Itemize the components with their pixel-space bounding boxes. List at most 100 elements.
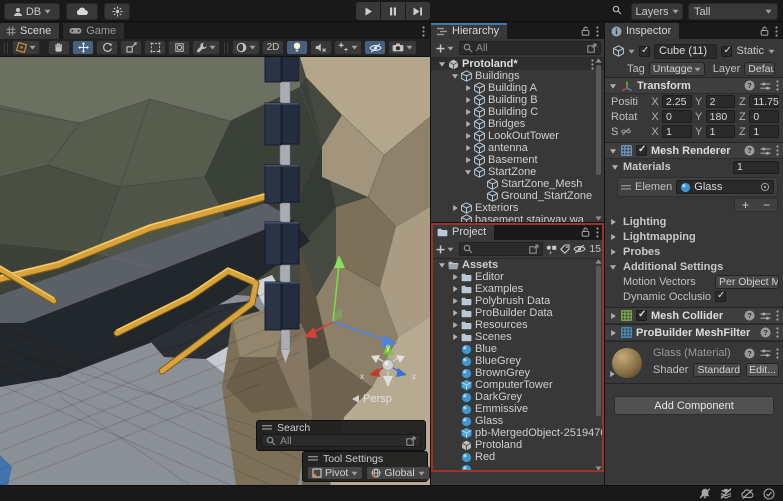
project-scrollbar[interactable] [594,259,603,471]
position-y-field[interactable]: 2 [706,95,736,108]
foldout-closed-icon[interactable] [449,297,460,305]
presets-icon[interactable] [760,146,771,156]
mesh-renderer-checkbox[interactable] [636,145,647,156]
play-button[interactable] [356,2,380,20]
scroll-down-icon[interactable] [595,466,602,471]
foldout-closed-icon[interactable] [462,156,473,164]
help-icon[interactable]: ? [744,145,755,156]
project-search-input[interactable] [459,242,543,256]
hierarchy-item[interactable]: Building C [431,106,604,118]
project-item[interactable]: Red [431,451,604,463]
foldout-closed-icon[interactable] [449,333,460,341]
add-component-button[interactable]: Add Component [614,396,774,415]
layers-dropdown[interactable]: Layers [631,3,683,20]
hierarchy-item[interactable]: Protoland* [431,58,604,70]
foldout-open-icon[interactable] [436,60,447,68]
foldout-closed-icon[interactable] [449,204,460,212]
presets-icon[interactable] [760,348,771,359]
project-item[interactable]: Editor [431,271,604,283]
transform-header[interactable]: Transform ? [605,77,783,94]
project-item[interactable]: BlueGrey [431,355,604,367]
foldout-closed-icon[interactable] [449,273,460,281]
rotation-x-field[interactable]: 0 [662,110,692,123]
help-icon[interactable]: ? [760,327,771,338]
audio-toggle-button[interactable] [310,40,332,55]
layout-dropdown[interactable]: Tall [688,3,778,20]
scroll-down-icon[interactable] [595,216,602,221]
foldout-open-icon[interactable] [609,82,617,90]
foldout-closed-icon[interactable] [449,321,460,329]
visibility-toggle-button[interactable] [364,40,386,55]
progress-idle-icon[interactable] [763,488,775,500]
scale-tool-button[interactable] [120,40,142,55]
tab-project[interactable]: Project [431,224,494,240]
object-picker-icon[interactable] [760,182,770,192]
hierarchy-item[interactable]: StartZone_Mesh [431,178,604,190]
hierarchy-item[interactable]: Buildings [431,70,604,82]
foldout-closed-icon[interactable] [449,285,460,293]
scene-viewport[interactable]: y x z Persp Search All [0,57,430,485]
remove-material-button[interactable]: − [756,199,777,211]
foldout-open-icon[interactable] [462,168,473,176]
hierarchy-item[interactable]: Ground_StartZone [431,190,604,202]
project-item[interactable]: ComputerTower [431,379,604,391]
static-checkbox[interactable] [721,46,732,57]
foldout-closed-icon[interactable] [462,144,473,152]
move-tool-button[interactable] [72,40,94,55]
mesh-collider-header[interactable]: Mesh Collider ? [605,307,783,324]
cloud-sync-disabled-icon[interactable] [741,489,754,499]
rotate-tool-button[interactable] [96,40,118,55]
tab-hierarchy[interactable]: Hierarchy [431,23,507,39]
project-item[interactable]: Polybrush Data [431,295,604,307]
project-item[interactable]: Blue [431,343,604,355]
hierarchy-item[interactable]: antenna [431,142,604,154]
shader-dropdown[interactable]: Standard [693,363,741,377]
scale-z-field[interactable]: 1 [749,125,779,138]
foldout-closed-icon[interactable] [449,309,460,317]
view-tool-button[interactable] [48,40,70,55]
foldout-closed-icon[interactable] [462,132,473,140]
foldout-closed-icon[interactable] [462,96,473,104]
help-icon[interactable]: ? [744,310,755,321]
hierarchy-item[interactable]: StartZone [431,166,604,178]
notifications-muted-icon[interactable] [699,488,711,499]
additional-settings-foldout[interactable]: Additional Settings [605,259,783,274]
cloud-button[interactable] [66,3,98,20]
tool-context-dropdown[interactable] [12,40,40,55]
drag-handle-icon[interactable] [308,455,318,462]
rect-tool-button[interactable] [144,40,166,55]
component-menu-icon[interactable] [776,80,779,91]
project-add-button[interactable] [434,245,456,254]
foldout-closed-icon[interactable] [462,108,473,116]
layer-dropdown[interactable]: Defau [744,62,775,76]
presets-icon[interactable] [760,311,771,321]
hidden-packages-icon[interactable] [573,244,586,254]
hierarchy-item[interactable]: Building B [431,94,604,106]
materials-count-field[interactable]: 1 [733,161,779,174]
panel-menu-icon[interactable] [775,26,778,37]
tab-game[interactable]: Game [63,23,124,39]
help-icon[interactable]: ? [744,80,755,91]
project-item[interactable] [431,463,604,472]
services-button[interactable] [104,3,130,20]
hierarchy-item[interactable]: basement stairway wa [431,214,604,222]
foldout-closed-icon[interactable] [462,84,473,92]
hierarchy-item[interactable]: Exteriors [431,202,604,214]
step-button[interactable] [406,2,430,20]
panel-menu-icon[interactable] [596,26,599,37]
foldout-open-icon[interactable] [611,163,619,171]
help-icon[interactable]: ? [744,348,755,359]
project-item[interactable]: Resources [431,319,604,331]
tab-scene[interactable]: Scene [0,23,59,39]
project-item[interactable]: Glass [431,415,604,427]
filter-by-label-icon[interactable] [560,244,570,254]
rotation-z-field[interactable]: 0 [749,110,779,123]
drag-handle-icon[interactable] [621,184,631,191]
filter-by-type-icon[interactable] [546,245,557,254]
position-x-field[interactable]: 2.25 [662,95,692,108]
chevron-down-icon[interactable] [768,49,775,54]
project-item[interactable]: Scenes [431,331,604,343]
presets-icon[interactable] [760,81,771,91]
drag-handle-icon[interactable] [262,424,272,431]
transform-tool-button[interactable] [168,40,190,55]
